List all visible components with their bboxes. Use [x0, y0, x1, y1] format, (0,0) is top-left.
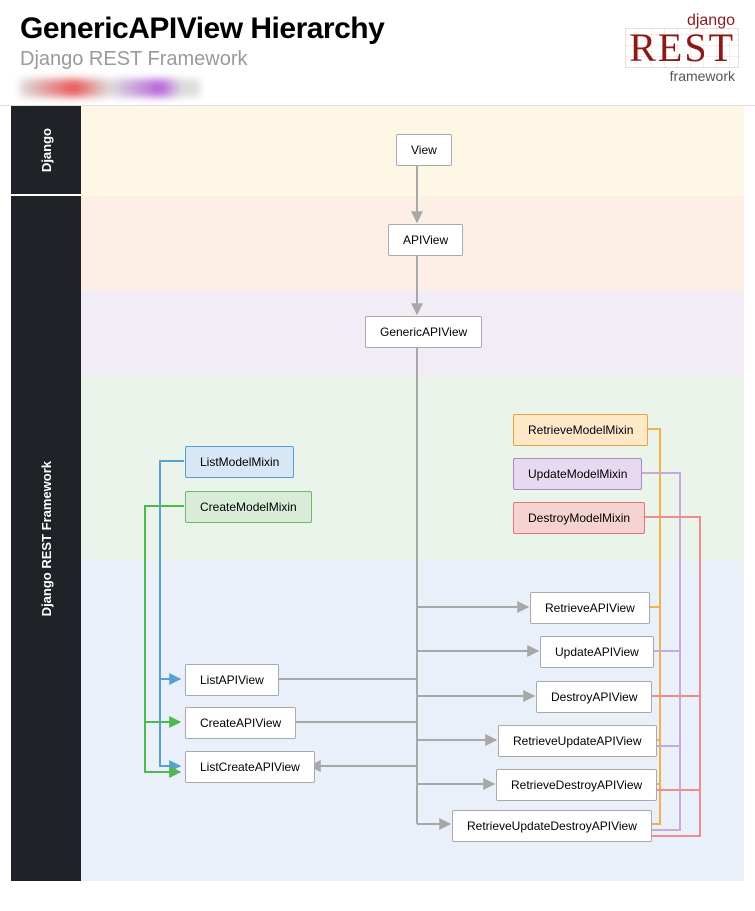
- node-retrieve-update-view: RetrieveUpdateAPIView: [498, 725, 657, 757]
- sidebar-drf-label: Django REST Framework: [39, 461, 54, 616]
- sidebar-django-label: Django: [39, 128, 54, 172]
- node-list-mixin: ListModelMixin: [185, 446, 294, 478]
- node-destroy-mixin: DestroyModelMixin: [513, 502, 645, 534]
- logo-mid: REST: [629, 30, 735, 66]
- page-title: GenericAPIView Hierarchy: [20, 12, 384, 46]
- blurred-attribution: [20, 79, 200, 97]
- node-update-mixin: UpdateModelMixin: [513, 458, 642, 490]
- node-retrieve-update-destroy-view: RetrieveUpdateDestroyAPIView: [452, 810, 652, 842]
- node-apiview: APIView: [388, 224, 463, 256]
- node-retrieve-destroy-view: RetrieveDestroyAPIView: [496, 769, 657, 801]
- node-create-mixin: CreateModelMixin: [185, 491, 312, 523]
- sidebar-drf: Django REST Framework: [11, 196, 81, 881]
- hierarchy-diagram: Django Django REST Framework: [0, 106, 755, 881]
- drf-logo: django REST framework: [629, 12, 735, 84]
- logo-bot: framework: [629, 68, 735, 84]
- node-retrieve-mixin: RetrieveModelMixin: [513, 414, 648, 446]
- node-view: View: [396, 134, 452, 166]
- node-destroy-view: DestroyAPIView: [536, 681, 652, 713]
- sidebar-django: Django: [11, 106, 81, 196]
- node-list-create-view: ListCreateAPIView: [185, 751, 315, 783]
- node-generic: GenericAPIView: [365, 316, 482, 348]
- node-retrieve-view: RetrieveAPIView: [530, 592, 650, 624]
- page-subtitle: Django REST Framework: [20, 48, 384, 71]
- node-list-view: ListAPIView: [185, 664, 279, 696]
- header: GenericAPIView Hierarchy Django REST Fra…: [0, 0, 755, 106]
- node-create-view: CreateAPIView: [185, 707, 296, 739]
- node-update-view: UpdateAPIView: [540, 636, 654, 668]
- header-left: GenericAPIView Hierarchy Django REST Fra…: [20, 12, 384, 97]
- sidebar: Django Django REST Framework: [11, 106, 81, 881]
